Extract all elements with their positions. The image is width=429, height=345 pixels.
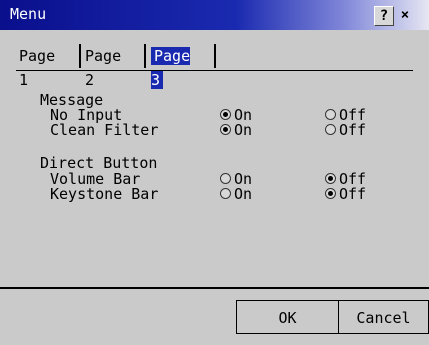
clean-filter-off-radio[interactable]: Off — [325, 122, 366, 138]
clean-filter-on-radio[interactable]: On — [220, 122, 252, 138]
title-bar: Menu ? × — [0, 0, 429, 30]
close-icon: × — [400, 7, 410, 23]
help-icon: ? — [379, 8, 389, 24]
help-button[interactable]: ? — [374, 6, 394, 26]
radio-checked-icon — [220, 124, 231, 135]
radio-unchecked-icon — [220, 173, 231, 184]
tab-page-3[interactable]: Page 3 — [148, 44, 193, 89]
tab-page-3-label: Page 3 — [151, 47, 191, 89]
keystone-bar-on-radio[interactable]: On — [220, 186, 252, 202]
radio-unchecked-icon — [325, 109, 336, 120]
tab-divider — [79, 44, 81, 68]
window-title: Menu — [10, 5, 47, 23]
radio-unchecked-icon — [220, 188, 231, 199]
cancel-button[interactable]: Cancel — [338, 300, 429, 334]
radio-checked-icon — [325, 173, 336, 184]
tab-page-1[interactable]: Page 1 — [16, 44, 58, 89]
close-button[interactable]: × — [396, 6, 414, 24]
tab-underline — [16, 70, 413, 71]
radio-label: On — [234, 121, 253, 139]
tab-divider — [144, 44, 146, 68]
radio-label: Off — [339, 185, 367, 203]
setting-label-clean-filter: Clean Filter — [50, 121, 159, 139]
radio-checked-icon — [220, 109, 231, 120]
radio-label: Off — [339, 121, 367, 139]
ok-button[interactable]: OK — [236, 300, 338, 334]
radio-unchecked-icon — [325, 124, 336, 135]
radio-checked-icon — [325, 188, 336, 199]
footer-divider — [0, 287, 429, 289]
radio-label: On — [234, 185, 253, 203]
keystone-bar-off-radio[interactable]: Off — [325, 186, 366, 202]
tab-divider — [214, 44, 216, 68]
group-label-direct-button: Direct Button — [40, 154, 158, 172]
tab-page-2[interactable]: Page 2 — [82, 44, 124, 89]
menu-window: Menu ? × Page 1 Page 2 Page 3 Message No… — [0, 0, 429, 345]
setting-label-keystone-bar: Keystone Bar — [50, 185, 159, 203]
